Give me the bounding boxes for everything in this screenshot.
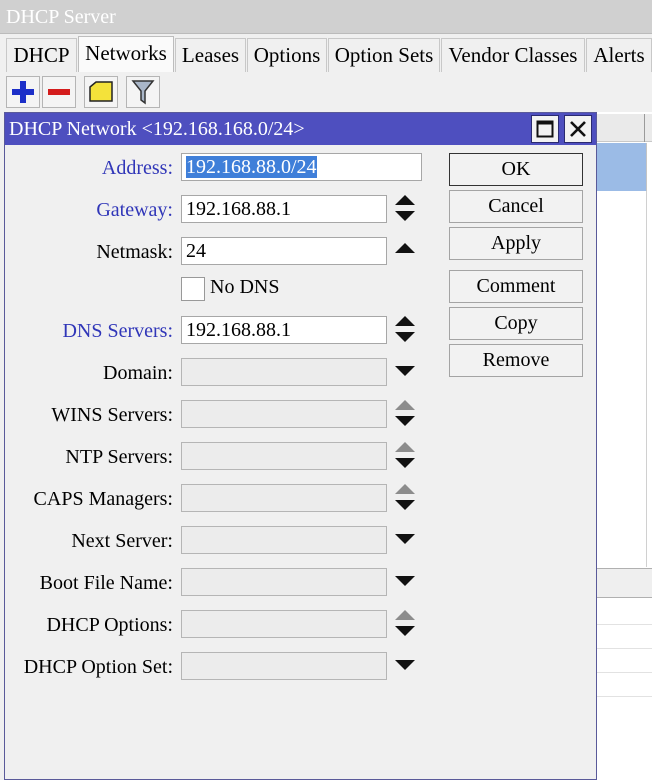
next-server-field[interactable]	[181, 526, 387, 554]
dhcp-options-field[interactable]	[181, 610, 387, 638]
dns-servers-field[interactable]: 192.168.88.1	[181, 316, 387, 344]
gateway-label: Gateway:	[96, 199, 173, 221]
window-title: DHCP Server	[0, 0, 652, 34]
add-icon	[12, 81, 34, 103]
close-icon	[570, 121, 586, 137]
column-divider	[646, 143, 647, 191]
maximize-icon	[536, 120, 554, 138]
wins-servers-field[interactable]	[181, 400, 387, 428]
comment-icon	[89, 81, 113, 102]
dialog-title: DHCP Network <192.168.168.0/24>	[5, 113, 596, 145]
apply-button[interactable]: Apply	[449, 227, 583, 260]
filter-button[interactable]	[126, 76, 160, 108]
add-remove-arrows-icon[interactable]	[393, 314, 417, 344]
wins-servers-label: WINS Servers:	[51, 404, 173, 426]
ntp-servers-label: NTP Servers:	[65, 446, 173, 468]
tab-options[interactable]: Options	[247, 38, 327, 72]
address-value: 192.168.88.0/24	[186, 156, 317, 178]
caps-managers-field[interactable]	[181, 484, 387, 512]
table-row-selected[interactable]	[596, 143, 646, 191]
remove-icon	[48, 89, 70, 95]
tab-option-sets[interactable]: Option Sets	[328, 38, 440, 72]
add-remove-arrows-icon[interactable]	[393, 482, 417, 512]
column-divider	[646, 191, 647, 567]
dhcp-option-set-field[interactable]	[181, 652, 387, 680]
comment-button[interactable]: Comment	[449, 270, 583, 303]
networks-table	[596, 112, 652, 780]
tab-alerts[interactable]: Alerts	[586, 38, 652, 72]
toolbar	[0, 72, 652, 112]
no-dns-checkbox[interactable]	[181, 277, 205, 301]
status-bar	[596, 568, 652, 598]
boot-file-name-label: Boot File Name:	[39, 572, 173, 594]
tab-leases[interactable]: Leases	[175, 38, 246, 72]
maximize-button[interactable]	[531, 115, 559, 143]
no-dns-label: No DNS	[210, 276, 280, 298]
expand-arrow-icon[interactable]	[393, 566, 417, 596]
grid-line	[596, 624, 652, 625]
ntp-servers-field[interactable]	[181, 442, 387, 470]
remove-button[interactable]	[42, 76, 76, 108]
add-remove-arrows-icon[interactable]	[393, 193, 417, 223]
netmask-field[interactable]: 24	[181, 237, 387, 265]
add-remove-arrows-icon[interactable]	[393, 608, 417, 638]
domain-field[interactable]	[181, 358, 387, 386]
netmask-label: Netmask:	[96, 241, 173, 263]
dns-servers-label: DNS Servers:	[62, 320, 173, 342]
boot-file-name-field[interactable]	[181, 568, 387, 596]
copy-button[interactable]: Copy	[449, 307, 583, 340]
add-remove-arrows-icon[interactable]	[393, 398, 417, 428]
cancel-button[interactable]: Cancel	[449, 190, 583, 223]
address-field[interactable]: 192.168.88.0/24	[181, 153, 422, 181]
grid-line	[596, 648, 652, 649]
expand-arrow-icon[interactable]	[393, 524, 417, 554]
expand-arrow-icon[interactable]	[393, 356, 417, 386]
add-remove-arrows-icon[interactable]	[393, 440, 417, 470]
grid-line	[596, 672, 652, 673]
tab-networks[interactable]: Networks	[78, 36, 174, 72]
gateway-field[interactable]: 192.168.88.1	[181, 195, 387, 223]
remove-button[interactable]: Remove	[449, 344, 583, 377]
tab-bar: DHCP Networks Leases Options Option Sets…	[0, 36, 652, 72]
caps-managers-label: CAPS Managers:	[33, 488, 173, 510]
add-button[interactable]	[6, 76, 40, 108]
expand-arrow-icon[interactable]	[393, 650, 417, 680]
tab-dhcp[interactable]: DHCP	[6, 38, 77, 72]
next-server-label: Next Server:	[71, 530, 173, 552]
grid-line	[596, 696, 652, 697]
dhcp-option-set-label: DHCP Option Set:	[23, 656, 173, 678]
dhcp-network-dialog: DHCP Network <192.168.168.0/24> Address:…	[4, 112, 597, 780]
tab-vendor-classes[interactable]: Vendor Classes	[441, 38, 585, 72]
domain-label: Domain:	[103, 362, 173, 384]
column-divider	[644, 114, 645, 142]
comment-button[interactable]	[84, 76, 118, 108]
dhcp-options-label: DHCP Options:	[46, 614, 173, 636]
collapse-arrow-icon[interactable]	[393, 235, 417, 265]
filter-icon	[131, 80, 155, 105]
ok-button[interactable]: OK	[449, 153, 583, 186]
address-label: Address:	[101, 157, 173, 179]
close-button[interactable]	[564, 115, 592, 143]
